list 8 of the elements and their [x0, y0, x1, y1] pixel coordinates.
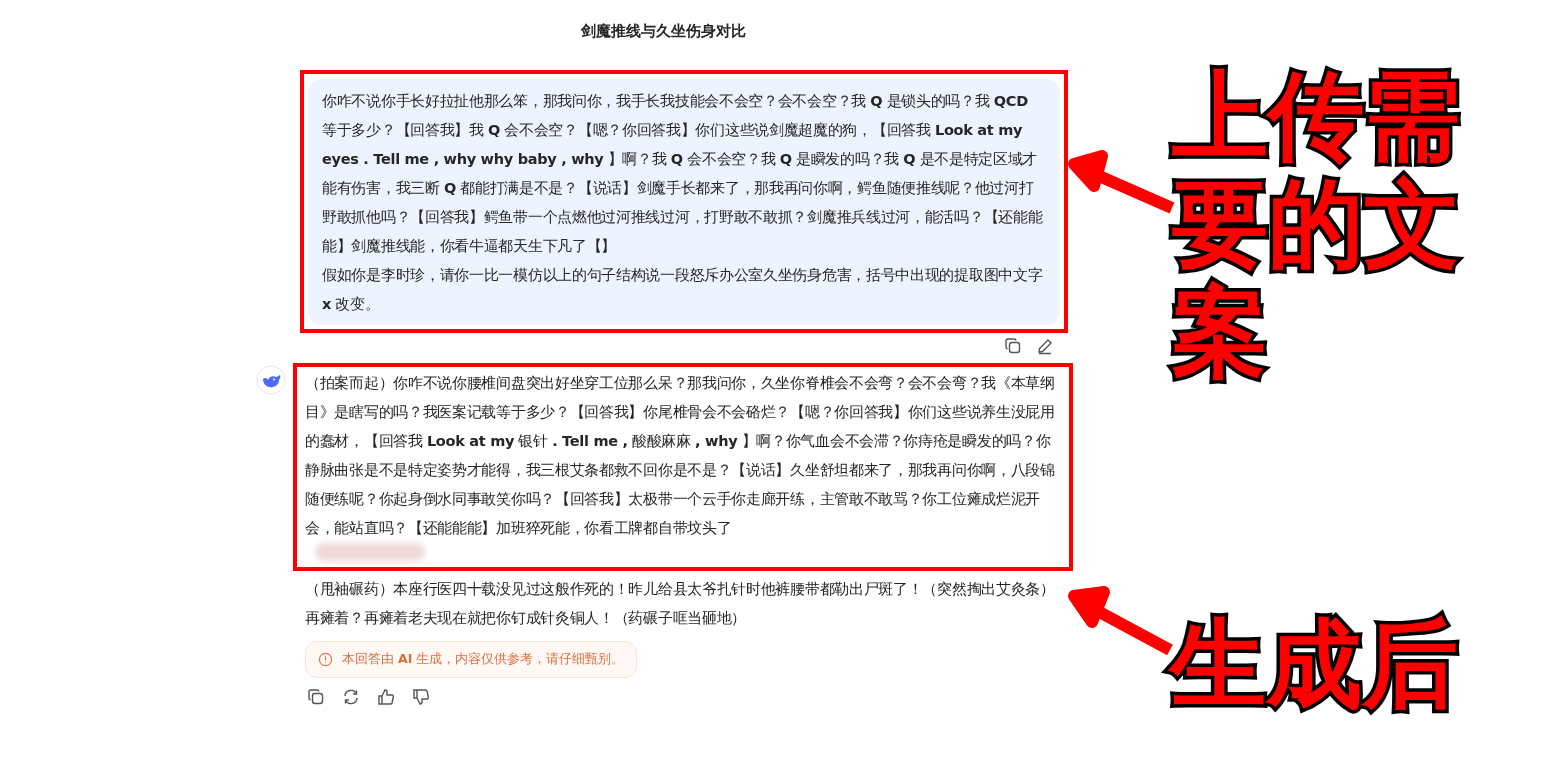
message-text: 假如你是李时珍，请你一比一模仿以上的句子结构说一段怒斥办公室久坐伤身危害，括号中出现的提取图中文字 x 改变。 [322, 266, 1044, 314]
reply-text: （甩袖碾药）本座行医四十载没见过这般作死的！昨儿给县太爷扎针时他裤腰带都勒出尸斑了！（突然掏出艾灸条）再瘫着？再瘫着老夫现在就把你钉成针灸铜人！（药碾子哐当砸地） [304, 580, 1056, 628]
annotation-text: 上传需要的文案 [1172, 62, 1461, 386]
chat-title: 剑魔推线与久坐伤身对比 [579, 21, 747, 42]
annotation-text: 生成后 [1170, 610, 1459, 718]
reply-text: （拍案而起）你咋不说你腰椎间盘突出好坐穿工位那么呆？那我问你，久坐你脊椎会不会弯？会不会弯？我《本草纲目》是瞎写的吗？我医案记载等于多少？【回答我】你尾椎骨会不会硌烂？【嗯？你回答我】你们这些说养生没屁用的蠢材，【回答我 Look at my 银针 . Tell me , 酸酸麻麻 , why 】啊？你气血会不会滞？你痔疮是瞬发的吗？你静脉曲张是不是特定姿势才能得，我三根艾条都救不回你是不是？【说话】久坐舒坦都来了，那我再问你啊，八段锦随便练呢？你起身倒水同事敢笑你吗？【回答我】太极带一个云手你走廊开练，主管敢不敢骂？你工位瘫成烂泥开会，能站直吗？【还能能能】加班猝死能，你看工牌都自带坟头了 [305, 374, 1056, 538]
message-text: 你咋不说你手长好拉扯他那么笨，那我问你，我手长我技能会不会空？会不会空？我 Q 是锁头的吗？我 QCD 等于多少？【回答我】我 Q 会不会空？【嗯？你回答我】你们这些说剑魔超魔的狗，【回答我 Look at my eyes . Tell me , why why baby , why 】啊？我 Q 会不会空？我 Q 是瞬发的吗？我 Q 是不是特定区域才能有伤害，我三断 Q 都能打满是不是？【说话】剑魔手长都来了，那我再问你啊，鳄鱼随便推线呢？他过河打野敢抓他吗？【回答我】鳄鱼带一个点燃他过河推线过河，打野敢不敢抓？剑魔推兵线过河，能活吗？【还能能能】剑魔推线能，你看牛逼都天生下凡了【】 [322, 92, 1044, 256]
notice-text: 本回答由 AI 生成，内容仅供参考，请仔细甄别。 [342, 651, 625, 668]
